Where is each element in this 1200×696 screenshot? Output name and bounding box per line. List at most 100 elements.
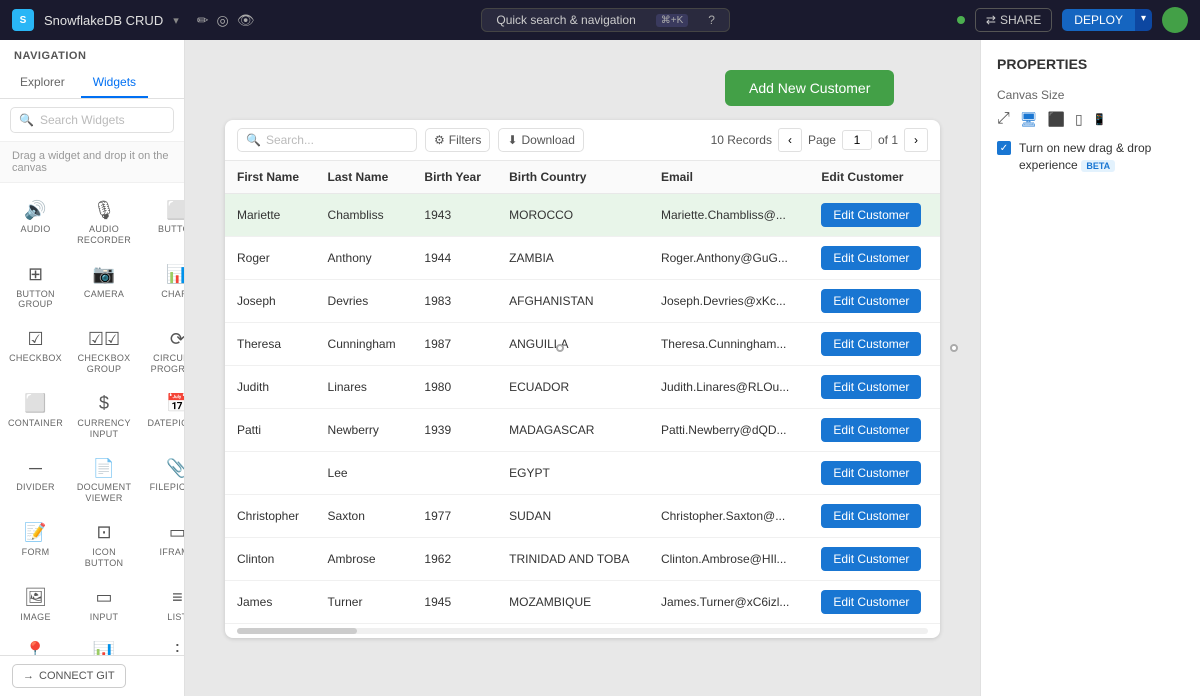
widget-item-icon-button[interactable]: ⊡ICON BUTTON bbox=[69, 514, 139, 577]
edit-customer-button[interactable]: Edit Customer bbox=[821, 504, 921, 528]
search-box[interactable]: Quick search & navigation ⌘+K ? bbox=[481, 8, 730, 32]
widget-item-map[interactable]: 📍MAP bbox=[4, 632, 67, 655]
widget-item-audio-recorder[interactable]: 🎙 AUDIO RECORDER bbox=[69, 191, 139, 254]
table-cell: 1939 bbox=[412, 409, 497, 452]
edit-customer-button[interactable]: Edit Customer bbox=[821, 547, 921, 571]
edit-customer-button[interactable]: Edit Customer bbox=[821, 375, 921, 399]
widget-item-filepicker[interactable]: 📎FILEPICKER bbox=[141, 449, 184, 512]
add-new-customer-button[interactable]: Add New Customer bbox=[725, 70, 894, 106]
widget-icon: ⊞ bbox=[21, 264, 51, 286]
widget-item-map-chart[interactable]: 📊MAP CHART bbox=[69, 632, 139, 655]
tab-widgets[interactable]: Widgets bbox=[81, 68, 148, 98]
horizontal-scrollbar[interactable] bbox=[237, 628, 928, 634]
eye-icon[interactable]: 👁 bbox=[237, 12, 255, 29]
table-row: ClintonAmbrose1962TRINIDAD AND TOBAClint… bbox=[225, 538, 940, 581]
table-cell: Anthony bbox=[316, 237, 413, 280]
edit-customer-button[interactable]: Edit Customer bbox=[821, 461, 921, 485]
main-layout: NAVIGATION Explorer Widgets 🔍 Search Wid… bbox=[0, 40, 1200, 696]
table-cell: Joseph bbox=[225, 280, 316, 323]
table-cell: Christopher.Saxton@... bbox=[649, 495, 809, 538]
search-shortcut: ⌘+K bbox=[656, 14, 689, 27]
widget-item-menu-button[interactable]: ⋮MENU BUTTON bbox=[141, 632, 184, 655]
widget-icon: ≡ bbox=[162, 587, 184, 609]
table-cell: Clinton bbox=[225, 538, 316, 581]
edit-icon[interactable]: ✏ bbox=[197, 12, 209, 29]
edit-customer-button[interactable]: Edit Customer bbox=[821, 332, 921, 356]
table-cell: Theresa bbox=[225, 323, 316, 366]
widget-item-circular-progress[interactable]: ⟳CIRCULAR PROGRESS bbox=[141, 320, 184, 383]
edit-customer-cell: Edit Customer bbox=[809, 495, 940, 538]
widget-icon: 🎙 bbox=[89, 199, 119, 221]
widget-item-datepicker[interactable]: 📅DATEPICKER bbox=[141, 385, 184, 448]
widget-item-button[interactable]: ⬜BUTTON bbox=[141, 191, 184, 254]
table-cell: Christopher bbox=[225, 495, 316, 538]
widget-icon: 📄 bbox=[89, 457, 119, 479]
widget-item-divider[interactable]: ─DIVIDER bbox=[4, 449, 67, 512]
scrollbar-thumb[interactable] bbox=[237, 628, 357, 634]
widget-item-checkbox-group[interactable]: ☑☑CHECKBOX GROUP bbox=[69, 320, 139, 383]
filter-button[interactable]: ⚙ Filters bbox=[425, 128, 490, 152]
widget-item-input[interactable]: ▭INPUT bbox=[69, 579, 139, 631]
canvas-content: Add New Customer Table1 ℹ 🔍 Search... ⚙ bbox=[205, 60, 960, 660]
widget-icon: 🔊 bbox=[21, 199, 51, 221]
user-avatar[interactable] bbox=[1162, 7, 1188, 33]
table-cell: James bbox=[225, 581, 316, 624]
table-search-input[interactable]: 🔍 Search... bbox=[237, 128, 417, 152]
resize-expand-icon[interactable]: ⤢ bbox=[997, 110, 1010, 128]
tab-explorer[interactable]: Explorer bbox=[8, 68, 77, 98]
widget-item-currency-input[interactable]: $CURRENCY INPUT bbox=[69, 385, 139, 448]
mobile-icon[interactable]: 📱 bbox=[1093, 113, 1107, 126]
drag-drop-checkbox[interactable]: ✓ bbox=[997, 141, 1011, 155]
share-button[interactable]: ⇄ SHARE bbox=[975, 8, 1052, 32]
widget-icon: ⋮ bbox=[162, 640, 184, 655]
widget-label: DATEPICKER bbox=[147, 418, 184, 429]
widget-item-container[interactable]: ⬜ CONTAINER bbox=[4, 385, 67, 448]
help-icon[interactable]: ? bbox=[708, 13, 715, 27]
resize-handle-top[interactable] bbox=[556, 344, 564, 352]
table-cell: 1987 bbox=[412, 323, 497, 366]
deploy-button[interactable]: DEPLOY bbox=[1062, 9, 1135, 31]
widget-icon: ⬜ bbox=[21, 393, 51, 415]
dropdown-arrow-icon[interactable]: ▾ bbox=[173, 14, 179, 27]
widget-label: CHART bbox=[161, 289, 184, 300]
page-number-input[interactable]: 1 bbox=[842, 130, 872, 150]
widget-item-button-group[interactable]: ⊞BUTTON GROUP bbox=[4, 256, 67, 319]
connect-git-button[interactable]: → CONNECT GIT bbox=[12, 664, 126, 688]
widget-item-chart[interactable]: 📊CHART bbox=[141, 256, 184, 319]
widget-item-form[interactable]: 📝FORM bbox=[4, 514, 67, 577]
widget-item-image[interactable]: 🖼IMAGE bbox=[4, 579, 67, 631]
tablet-landscape-icon[interactable]: ⬛ bbox=[1048, 111, 1065, 128]
widget-item-checkbox[interactable]: ☑CHECKBOX bbox=[4, 320, 67, 383]
resize-handle-right[interactable] bbox=[950, 344, 958, 352]
widget-label: AUDIO RECORDER bbox=[73, 224, 135, 246]
edit-customer-button[interactable]: Edit Customer bbox=[821, 246, 921, 270]
edit-customer-cell: Edit Customer bbox=[809, 538, 940, 581]
widget-label: IFRAME bbox=[159, 547, 184, 558]
table-cell bbox=[225, 452, 316, 495]
widget-search-input[interactable]: 🔍 Search Widgets bbox=[10, 107, 174, 133]
widget-label: ICON BUTTON bbox=[73, 547, 135, 569]
widget-item-document-viewer[interactable]: 📄 DOCUMENT VIEWER bbox=[69, 449, 139, 512]
widget-item-iframe[interactable]: ▭IFRAME bbox=[141, 514, 184, 577]
widget-icon: 📊 bbox=[89, 640, 119, 655]
table-cell: Theresa.Cunningham... bbox=[649, 323, 809, 366]
edit-customer-button[interactable]: Edit Customer bbox=[821, 590, 921, 614]
widget-label: DOCUMENT VIEWER bbox=[73, 482, 135, 504]
widget-item-audio[interactable]: 🔊AUDIO bbox=[4, 191, 67, 254]
edit-customer-button[interactable]: Edit Customer bbox=[821, 203, 921, 227]
widget-icon: ☑ bbox=[21, 328, 51, 350]
edit-customer-button[interactable]: Edit Customer bbox=[821, 289, 921, 313]
widget-icon: 📍 bbox=[21, 640, 51, 655]
desktop-icon[interactable]: 🖥 bbox=[1020, 111, 1038, 128]
prev-page-button[interactable]: ‹ bbox=[778, 128, 802, 152]
deploy-dropdown-arrow[interactable]: ▾ bbox=[1135, 9, 1152, 31]
widget-label: CONTAINER bbox=[8, 418, 63, 429]
edit-customer-button[interactable]: Edit Customer bbox=[821, 418, 921, 442]
widget-label: FORM bbox=[22, 547, 50, 558]
search-nav-icon[interactable]: ◎ bbox=[216, 12, 228, 29]
widget-item-list[interactable]: ≡LIST bbox=[141, 579, 184, 631]
widget-item-camera[interactable]: 📷CAMERA bbox=[69, 256, 139, 319]
download-button[interactable]: ⬇ Download bbox=[498, 128, 583, 152]
next-page-button[interactable]: › bbox=[904, 128, 928, 152]
tablet-portrait-icon[interactable]: ▯ bbox=[1075, 111, 1083, 128]
